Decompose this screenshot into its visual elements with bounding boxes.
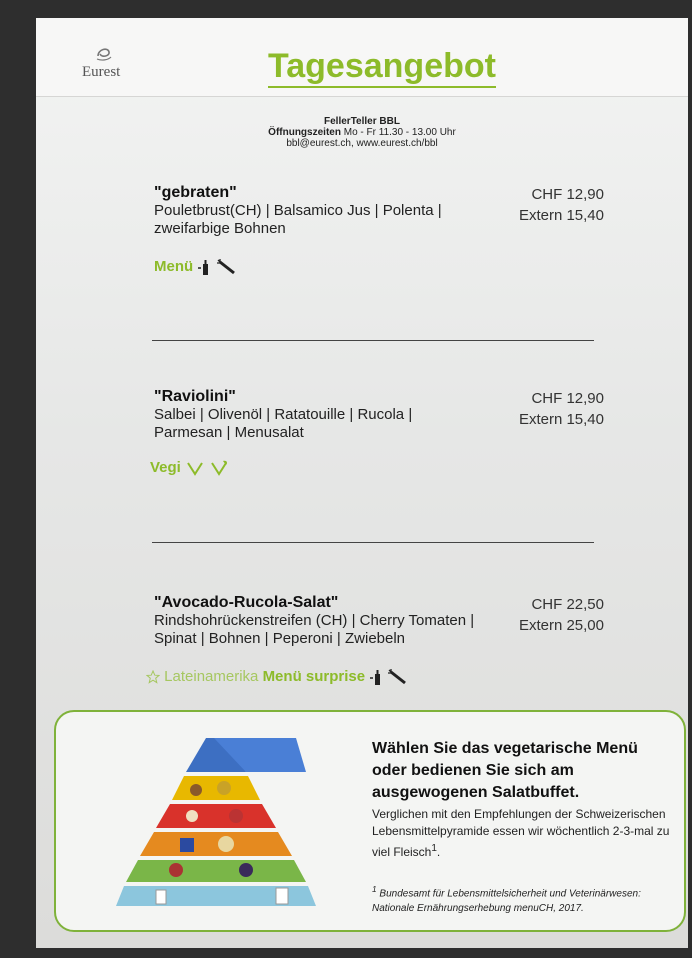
item-price: CHF 12,90 xyxy=(531,390,604,407)
carrot-icon xyxy=(388,669,407,685)
hours-value: Mo - Fr 11.30 - 13.00 Uhr xyxy=(343,127,456,138)
panel-body-text: Verglichen mit den Empfehlungen der Schw… xyxy=(372,807,670,859)
menu-sheet: Eurest Tagesangebot FellerTeller BBL Öff… xyxy=(36,18,688,948)
footnote-number: 1 xyxy=(372,884,377,894)
eurest-logo: Eurest xyxy=(80,44,140,88)
food-pyramid-icon xyxy=(116,738,316,906)
vegi-tag: Vegi xyxy=(150,459,181,476)
item-tagline: Menü xyxy=(154,258,238,276)
item-prices: CHF 12,90 Extern 15,40 xyxy=(519,388,604,430)
divider xyxy=(152,340,594,341)
item-prices: CHF 12,90 Extern 15,40 xyxy=(519,184,604,226)
vegan-icon xyxy=(211,460,228,476)
item-description: Pouletbrust(CH) | Balsamico Jus | Polent… xyxy=(154,202,442,237)
item-price: CHF 12,90 xyxy=(531,186,604,203)
menu-item: "Raviolini" Salbei | Olivenöl | Ratatoui… xyxy=(154,388,604,442)
panel-body-end: . xyxy=(436,845,441,859)
menu-tag: Menü xyxy=(154,258,194,275)
item-description: Salbei | Olivenöl | Ratatouille | Rucola… xyxy=(154,406,413,441)
contact-info: bbl@eurest.ch, www.eurest.ch/bbl xyxy=(286,138,438,149)
logo-text: Eurest xyxy=(82,64,121,80)
footnote-text: Bundesamt für Lebensmittelsicherheit und… xyxy=(372,888,641,915)
cuisine-label: Lateinamerika xyxy=(164,668,259,685)
item-price-extern: Extern 25,00 xyxy=(518,617,604,634)
panel-body: Verglichen mit den Empfehlungen der Schw… xyxy=(372,806,672,861)
menu-item: "Avocado-Rucola-Salat" Rindshohrückenstr… xyxy=(154,594,604,648)
item-price-extern: Extern 15,40 xyxy=(518,207,604,224)
item-description: Rindshohrückenstreifen (CH) | Cherry Tom… xyxy=(154,612,475,647)
footnote: 1 Bundesamt für Lebensmittelsicherheit u… xyxy=(372,882,672,916)
carrot-icon xyxy=(216,259,235,275)
panel-headline: Wählen Sie das vegetarische Menü oder be… xyxy=(372,740,638,801)
item-prices: CHF 22,50 Extern 25,00 xyxy=(519,594,604,636)
opening-hours: Öffnungszeiten Mo - Fr 11.30 - 13.00 Uhr xyxy=(36,127,688,138)
item-price-extern: Extern 15,40 xyxy=(518,411,604,428)
menu-surprise-tag: Menü surprise xyxy=(262,668,366,685)
venue-name: FellerTeller BBL xyxy=(324,116,400,127)
header: Eurest Tagesangebot xyxy=(36,18,688,97)
menu-item: "gebraten" Pouletbrust(CH) | Balsamico J… xyxy=(154,184,604,238)
venue-info: FellerTeller BBL Öffnungszeiten Mo - Fr … xyxy=(36,116,688,149)
item-price: CHF 22,50 xyxy=(531,596,604,613)
item-tagline: Lateinamerika Menü surprise xyxy=(146,668,409,686)
star-icon xyxy=(146,670,160,684)
page-title: Tagesangebot xyxy=(268,46,496,88)
bottle-icon xyxy=(198,260,209,276)
logo-mark-icon xyxy=(96,48,112,61)
hours-label: Öffnungszeiten xyxy=(268,127,341,138)
bottle-icon xyxy=(370,670,381,686)
info-panel: Wählen Sie das vegetarische Menü oder be… xyxy=(54,710,686,932)
item-tagline: Vegi xyxy=(150,459,229,476)
divider xyxy=(152,542,594,543)
vegetarian-icon xyxy=(187,462,203,476)
